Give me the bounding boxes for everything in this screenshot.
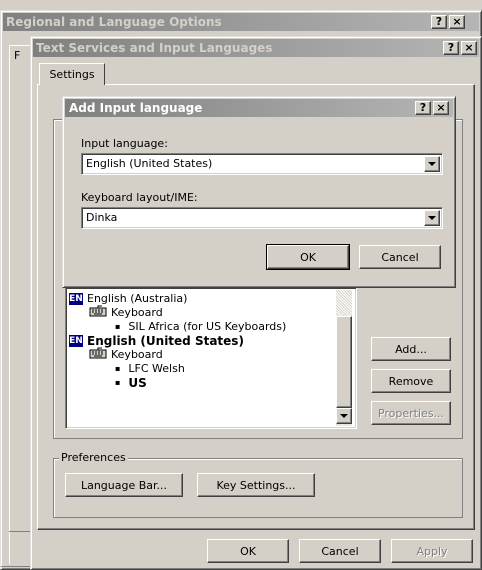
list-item[interactable]: ▪ LFC Welsh — [69, 362, 337, 376]
tab-settings-label: Settings — [49, 68, 95, 81]
dialog-ok-button[interactable]: OK — [266, 244, 350, 270]
keyboard-icon — [89, 347, 107, 363]
list-item-label: Keyboard — [111, 348, 163, 361]
keyboard-layout-combo[interactable]: Dinka — [81, 207, 443, 229]
remove-button[interactable]: Remove — [371, 369, 451, 393]
list-item[interactable]: ▪ US — [69, 376, 337, 390]
input-language-label: Input language: — [81, 137, 168, 150]
chevron-down-icon — [428, 216, 436, 220]
text-services-help-button[interactable]: ? — [443, 41, 459, 55]
bullet-icon: ▪ — [115, 364, 121, 373]
chevron-down-icon — [428, 162, 436, 166]
dialog-cancel-button[interactable]: Cancel — [359, 245, 441, 269]
keyboard-layout-dropdown-button[interactable] — [424, 210, 440, 226]
list-item-label: English (Australia) — [87, 292, 188, 305]
list-scrollbar[interactable] — [336, 290, 352, 426]
list-item-label: Keyboard — [111, 306, 163, 319]
list-item[interactable]: EN English (Australia) — [69, 292, 337, 306]
input-language-value: English (United States) — [86, 157, 213, 170]
add-input-language-dialog: Add Input language ? × Input language: E… — [62, 96, 456, 288]
add-input-help-button[interactable]: ? — [415, 101, 431, 115]
properties-button[interactable]: Properties... — [371, 401, 451, 425]
keyboard-icon — [89, 305, 107, 321]
regional-close-button[interactable]: × — [449, 15, 465, 29]
list-item-label: US — [128, 376, 147, 390]
preferences-label: Preferences — [59, 451, 128, 464]
bullet-icon: ▪ — [115, 322, 121, 331]
list-item[interactable]: EN English (United States) — [69, 334, 337, 348]
list-item-label: SIL Africa (for US Keyboards) — [128, 320, 287, 333]
text-services-close-button[interactable]: × — [461, 41, 477, 55]
tab-settings[interactable]: Settings — [39, 63, 105, 85]
keyboard-layout-label: Keyboard layout/IME: — [81, 191, 198, 204]
add-input-close-button[interactable]: × — [433, 101, 449, 115]
regional-options-titlebar: Regional and Language Options — [3, 13, 479, 31]
apply-button[interactable]: Apply — [391, 539, 473, 563]
regional-panel-edge — [9, 64, 31, 564]
bullet-icon: ▪ — [115, 378, 121, 387]
list-scroll-down-button[interactable] — [336, 408, 352, 424]
input-language-dropdown-button[interactable] — [424, 156, 440, 172]
input-language-combo[interactable]: English (United States) — [81, 153, 443, 175]
list-item-label: LFC Welsh — [128, 362, 185, 375]
language-badge-icon: EN — [69, 335, 83, 347]
keyboard-layout-value: Dinka — [86, 211, 118, 224]
installed-languages-items: EN English (Australia) Keyboard ▪ SIL Africa… — [69, 292, 337, 390]
regional-divider-2 — [1, 566, 31, 567]
language-badge-icon: EN — [69, 293, 83, 305]
regional-tab-partial[interactable]: F — [9, 45, 31, 65]
cancel-button[interactable]: Cancel — [299, 539, 381, 563]
text-services-title: Text Services and Input Languages — [36, 41, 273, 55]
add-input-language-titlebar: Add Input language — [65, 99, 453, 117]
regional-divider — [9, 531, 31, 532]
list-item[interactable]: Keyboard — [69, 347, 337, 363]
ok-button[interactable]: OK — [207, 539, 289, 563]
regional-options-title: Regional and Language Options — [6, 15, 222, 29]
chevron-down-icon — [340, 414, 348, 418]
key-settings-button[interactable]: Key Settings... — [197, 473, 315, 497]
list-item[interactable]: ▪ SIL Africa (for US Keyboards) — [69, 320, 337, 334]
installed-languages-list[interactable]: EN English (Australia) Keyboard ▪ SIL Africa… — [65, 287, 357, 429]
list-scrollbar-thumb[interactable] — [336, 316, 352, 408]
text-services-titlebar: Text Services and Input Languages — [33, 39, 479, 57]
list-item-label: English (United States) — [87, 334, 244, 348]
add-input-language-title: Add Input language — [69, 101, 203, 115]
add-button[interactable]: Add... — [371, 337, 451, 361]
regional-help-button[interactable]: ? — [431, 15, 447, 29]
language-bar-button[interactable]: Language Bar... — [65, 473, 183, 497]
list-item[interactable]: Keyboard — [69, 305, 337, 321]
